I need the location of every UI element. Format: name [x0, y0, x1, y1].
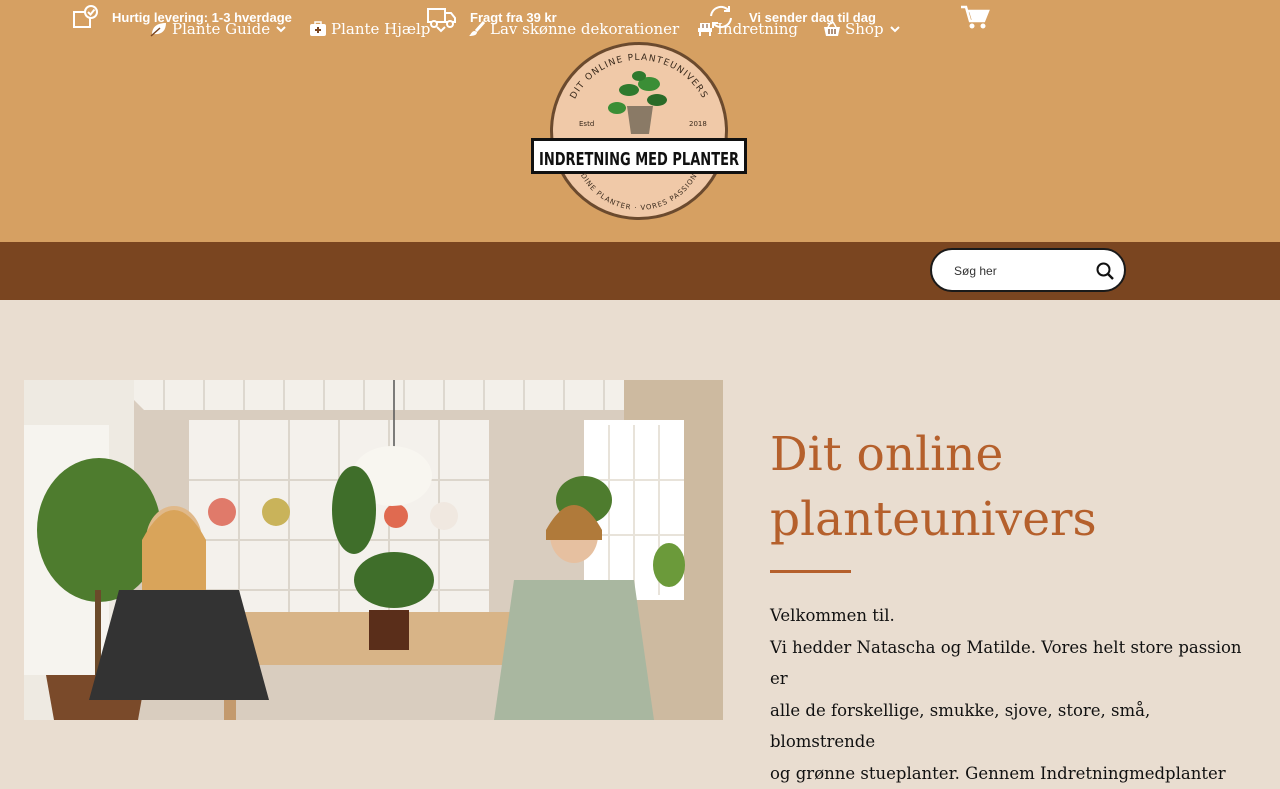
- hero-paragraph-line: alle de forskellige, smukke, sjove, stor…: [770, 695, 1250, 758]
- search-icon[interactable]: [1096, 262, 1114, 280]
- nav-item-plante-hjaelp[interactable]: Plante Hjælp: [309, 0, 450, 58]
- armchair-icon: [697, 21, 713, 37]
- hero-heading-line-2: planteunivers: [770, 492, 1097, 547]
- first-aid-kit-icon: [309, 21, 327, 37]
- chevron-down-icon: [276, 25, 286, 33]
- nav-item-label: Indretning: [717, 20, 798, 38]
- hero-heading-line-1: Dit online: [770, 427, 1003, 482]
- search-input[interactable]: [952, 260, 1086, 282]
- nav-item-plante-guide[interactable]: Plante Guide: [150, 0, 290, 58]
- heading-divider: [770, 570, 851, 573]
- hero-paragraph-line: Velkommen til.: [770, 600, 1250, 632]
- hero-paragraph: Velkommen til. Vi hedder Natascha og Mat…: [770, 600, 1250, 789]
- nav-item-label: Shop: [845, 20, 884, 38]
- logo-year: 2018: [689, 120, 707, 128]
- logo-banner: INDRETNING MED PLANTER: [539, 149, 739, 170]
- hero-photo: [24, 380, 723, 720]
- nav-item-indretning[interactable]: Indretning: [697, 0, 798, 58]
- hero-paragraph-line: Vi hedder Natascha og Matilde. Vores hel…: [770, 632, 1250, 695]
- nav-item-shop[interactable]: Shop: [823, 0, 904, 58]
- shopping-basket-icon: [823, 21, 841, 37]
- cart-icon: [960, 4, 990, 30]
- chevron-down-icon: [890, 25, 900, 33]
- nav-item-label: Lav skønne dekorationer: [490, 20, 679, 38]
- checkbox-box-icon: [72, 4, 100, 30]
- nav-item-label: Plante Guide: [172, 20, 270, 38]
- site-logo[interactable]: DIT ONLINE PLANTEUNIVERS Estd 2018 INDRE…: [529, 40, 749, 224]
- cart-button[interactable]: [960, 4, 990, 35]
- nav-item-dekorationer[interactable]: Lav skønne dekorationer: [468, 0, 679, 58]
- search-box: [930, 248, 1126, 292]
- nav-item-label: Plante Hjælp: [331, 20, 430, 38]
- hero-heading: Dit online planteunivers: [770, 422, 1190, 552]
- leaf-icon: [150, 21, 168, 37]
- chevron-down-icon: [436, 25, 446, 33]
- paint-brush-icon: [468, 21, 486, 37]
- hero-paragraph-line: og grønne stueplanter. Gennem Indretning…: [770, 758, 1250, 789]
- logo-estd: Estd: [579, 120, 594, 128]
